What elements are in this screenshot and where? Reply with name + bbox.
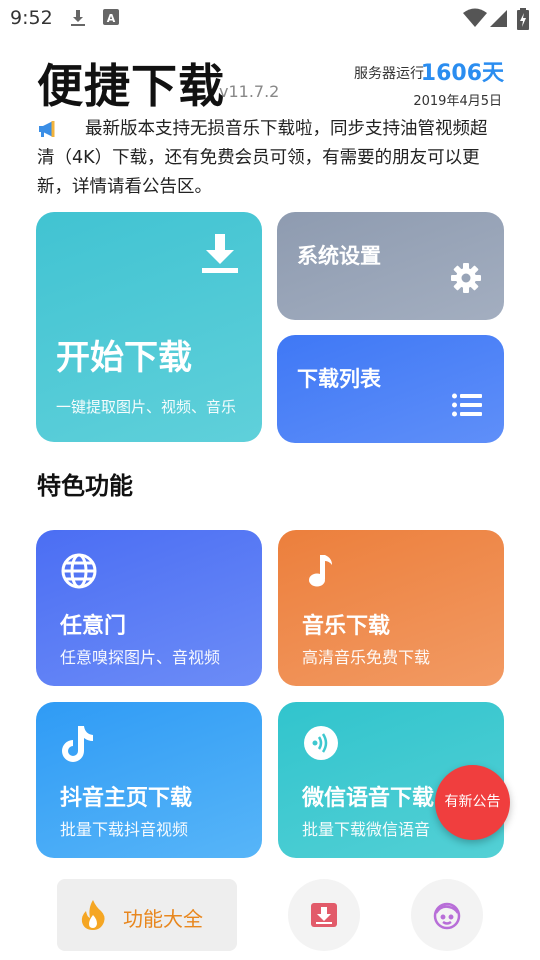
list-icon: [452, 393, 482, 421]
nav-item-all-features[interactable]: 功能大全: [57, 879, 237, 951]
feature-subtitle: 批量下载微信语音: [302, 820, 431, 839]
settings-card[interactable]: 系统设置: [277, 212, 504, 320]
download-icon: [68, 8, 88, 32]
globe-icon: [60, 552, 98, 594]
battery-icon: [516, 8, 530, 34]
start-download-card[interactable]: 开始下载 一键提取图片、视频、音乐: [36, 212, 262, 442]
a-icon: A: [102, 8, 120, 30]
music-note-icon: [302, 552, 340, 594]
svg-text:A: A: [107, 12, 116, 25]
download-icon: [202, 234, 238, 278]
feature-subtitle: 批量下载抖音视频: [60, 820, 189, 839]
settings-title: 系统设置: [297, 244, 381, 268]
feature-title: 微信语音下载: [302, 786, 435, 811]
app-version: v11.7.2: [219, 82, 280, 101]
nav-item-profile[interactable]: [411, 879, 483, 951]
status-bar: 9:52 A: [0, 0, 540, 36]
new-announcement-button[interactable]: 有新公告: [435, 765, 510, 840]
notice-text: 最新版本支持无损音乐下载啦，同步支持油管视频超清（4K）下载，还有免费会员可领，…: [37, 119, 488, 197]
tiktok-icon: [60, 724, 98, 768]
voice-icon: [302, 724, 340, 766]
feature-card-douyin[interactable]: 抖音主页下载 批量下载抖音视频: [36, 702, 262, 858]
feature-card-music[interactable]: 音乐下载 高清音乐免费下载: [278, 530, 504, 686]
server-uptime-label: 服务器运行: [354, 66, 424, 82]
server-date: 2019年4月5日: [413, 94, 502, 109]
download-box-icon: [308, 899, 340, 935]
features-section-title: 特色功能: [37, 472, 133, 500]
flame-icon: [79, 899, 107, 935]
feature-title: 抖音主页下载: [60, 786, 193, 811]
feature-subtitle: 高清音乐免费下载: [302, 648, 431, 667]
start-download-subtitle: 一键提取图片、视频、音乐: [56, 398, 237, 416]
feature-card-portal[interactable]: 任意门 任意嗅探图片、音视频: [36, 530, 262, 686]
feature-title: 音乐下载: [302, 614, 391, 639]
nav-item-downloads[interactable]: [288, 879, 360, 951]
nav-item-label: 功能大全: [123, 907, 203, 931]
signal-icon: [488, 8, 508, 32]
wifi-icon: [462, 8, 488, 32]
server-uptime-days: 1606天: [420, 61, 504, 86]
gear-icon: [450, 262, 482, 298]
status-time: 9:52: [10, 7, 53, 29]
download-list-title: 下载列表: [297, 367, 381, 391]
download-list-card[interactable]: 下载列表: [277, 335, 504, 443]
start-download-title: 开始下载: [56, 338, 192, 378]
feature-title: 任意门: [60, 614, 127, 639]
face-icon: [431, 899, 463, 935]
app-title: 便捷下载: [37, 59, 225, 113]
feature-subtitle: 任意嗅探图片、音视频: [60, 648, 221, 667]
